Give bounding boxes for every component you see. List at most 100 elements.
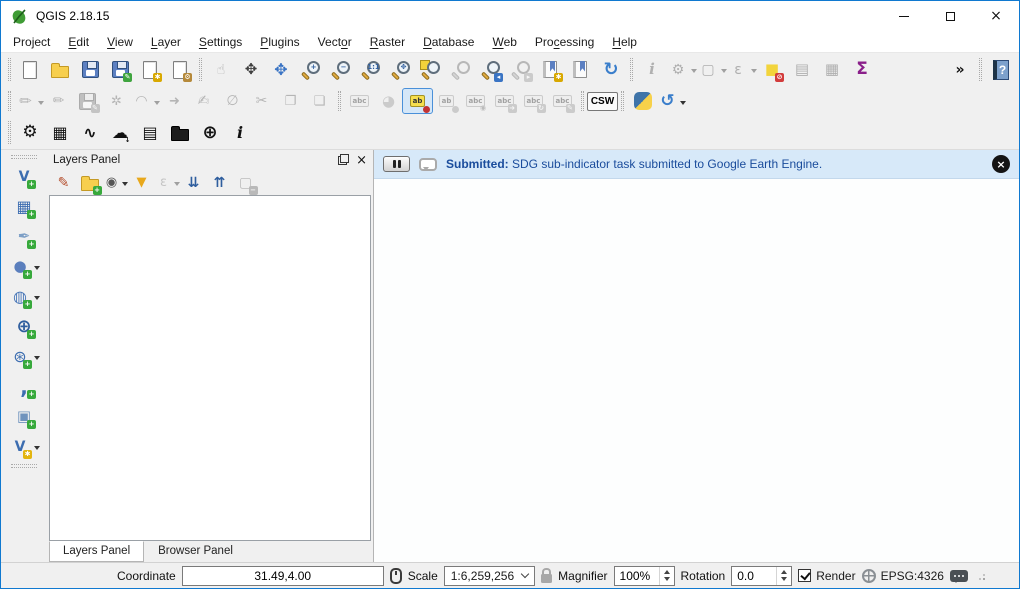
plugin-blue-arrow-button[interactable]: ↺	[657, 89, 686, 113]
add-wfs-layer-button[interactable]: ⊛+	[3, 342, 45, 371]
toolbar-grip[interactable]	[11, 155, 37, 159]
rotation-input[interactable]	[732, 567, 776, 585]
trends-earth-plot-button[interactable]: ∿	[75, 119, 105, 147]
zoom-in-button[interactable]: +	[296, 56, 326, 84]
log-messages-icon[interactable]	[950, 570, 968, 582]
magnifier-spinbox[interactable]	[614, 566, 675, 586]
add-mssql-layer-button[interactable]: ◍+	[3, 282, 45, 311]
trends-earth-report-button[interactable]: ▤	[135, 119, 165, 147]
layers-list[interactable]	[49, 195, 371, 541]
toolbar-grip[interactable]	[979, 58, 982, 81]
toolbar-grip[interactable]	[338, 91, 341, 111]
open-layer-styling-button[interactable]: ✎	[51, 171, 76, 194]
tab-layers-panel[interactable]: Layers Panel	[49, 541, 144, 562]
toolbar-grip[interactable]	[8, 91, 11, 111]
maximize-button[interactable]	[927, 1, 973, 31]
lock-scale-icon[interactable]	[541, 574, 552, 583]
menu-web[interactable]: Web	[483, 32, 525, 52]
show-bookmarks-button[interactable]	[566, 56, 596, 84]
add-spatialite-layer-button[interactable]: ✒+	[3, 222, 45, 251]
pan-to-selection-button[interactable]: ✥	[266, 56, 296, 84]
refresh-map-button[interactable]: ↻	[596, 56, 626, 84]
pan-map-button[interactable]: ✥	[236, 56, 266, 84]
toolbar-grip[interactable]	[581, 91, 584, 111]
toolbar-overflow-button[interactable]: »	[945, 56, 975, 84]
title-bar[interactable]: QGIS 2.18.15 ×	[1, 1, 1019, 31]
spin-up-icon[interactable]	[781, 567, 787, 574]
pin-unpin-labels-button[interactable]: ab	[403, 89, 432, 113]
expand-all-button[interactable]: ⇊	[181, 171, 206, 194]
new-project-button[interactable]	[15, 56, 45, 84]
magnifier-spin-arrows[interactable]	[659, 567, 674, 585]
trends-earth-data-folder-button[interactable]	[165, 119, 195, 147]
menu-settings[interactable]: Settings	[190, 32, 251, 52]
toolbar-grip[interactable]	[11, 464, 37, 468]
add-group-button[interactable]: +	[77, 171, 102, 194]
close-message-button[interactable]: ×	[992, 155, 1010, 173]
spin-up-icon[interactable]	[664, 567, 670, 574]
deselect-all-button[interactable]: ■⊘	[757, 56, 787, 84]
coordinate-input[interactable]	[182, 566, 384, 586]
float-panel-icon[interactable]	[338, 156, 347, 165]
toolbar-grip[interactable]	[8, 121, 11, 144]
menu-help[interactable]: Help	[603, 32, 646, 52]
zoom-last-button[interactable]: ◂	[476, 56, 506, 84]
statistical-summary-button[interactable]: Σ	[847, 56, 877, 84]
minimize-button[interactable]	[881, 1, 927, 31]
menu-project[interactable]: Project	[4, 32, 59, 52]
toolbar-grip[interactable]	[8, 58, 11, 81]
new-print-composer-button[interactable]: ✱	[135, 56, 165, 84]
toolbar-grip[interactable]	[621, 91, 624, 111]
collapse-all-button[interactable]: ⇈	[207, 171, 232, 194]
open-project-button[interactable]	[45, 56, 75, 84]
trends-earth-info-button[interactable]: i	[225, 119, 255, 147]
menu-vector[interactable]: Vector	[309, 32, 361, 52]
save-project-as-button[interactable]: ✎	[105, 56, 135, 84]
mouse-position-toggle-icon[interactable]	[390, 568, 402, 584]
zoom-out-button[interactable]: −	[326, 56, 356, 84]
spin-down-icon[interactable]	[664, 577, 670, 584]
close-button[interactable]: ×	[973, 1, 1019, 31]
spin-down-icon[interactable]	[781, 577, 787, 584]
resize-grip[interactable]	[976, 570, 986, 582]
toolbar-grip[interactable]	[630, 58, 633, 81]
magnifier-input[interactable]	[615, 567, 659, 585]
zoom-full-button[interactable]: ✥	[386, 56, 416, 84]
menu-view[interactable]: View	[98, 32, 142, 52]
trends-earth-globe-button[interactable]: ⊕	[195, 119, 225, 147]
add-postgis-layer-button[interactable]: ●+	[3, 252, 45, 281]
scale-combobox[interactable]: 1:6,259,256	[444, 566, 535, 586]
metasearch-csw-button[interactable]: CSW	[588, 89, 617, 113]
pause-messages-button[interactable]	[383, 156, 410, 172]
add-wms-layer-button[interactable]: ⊕+	[3, 312, 45, 341]
add-delimited-text-layer-button[interactable]: ,+	[3, 372, 45, 401]
rotation-spin-arrows[interactable]	[776, 567, 791, 585]
toolbar-grip[interactable]	[199, 58, 202, 81]
menu-database[interactable]: Database	[414, 32, 483, 52]
map-canvas[interactable]	[374, 179, 1019, 562]
tab-browser-panel[interactable]: Browser Panel	[144, 541, 247, 562]
filter-legend-by-map-content-button[interactable]: ▼	[129, 171, 154, 194]
close-panel-icon[interactable]: ×	[356, 154, 367, 167]
menu-edit[interactable]: Edit	[59, 32, 98, 52]
save-project-button[interactable]	[75, 56, 105, 84]
trends-earth-download-button[interactable]: ☁↓	[105, 119, 135, 147]
menu-processing[interactable]: Processing	[526, 32, 603, 52]
layers-panel-header[interactable]: Layers Panel ×	[47, 150, 373, 170]
add-raster-layer-button[interactable]: ▦+	[3, 192, 45, 221]
manage-layer-visibility-button[interactable]: ◉	[103, 171, 128, 194]
rotation-spinbox[interactable]	[731, 566, 792, 586]
python-console-button[interactable]	[628, 89, 657, 113]
composer-manager-button[interactable]: ⚙	[165, 56, 195, 84]
new-shapefile-layer-button[interactable]: ▣+	[3, 402, 45, 431]
menu-plugins[interactable]: Plugins	[251, 32, 308, 52]
zoom-to-layer-button[interactable]	[416, 56, 446, 84]
trends-earth-calculate-button[interactable]: ▦	[45, 119, 75, 147]
new-bookmark-button[interactable]: ✱	[536, 56, 566, 84]
add-virtual-layer-button[interactable]: V✱	[3, 432, 45, 461]
add-vector-layer-button[interactable]: V+	[3, 162, 45, 191]
help-contents-button[interactable]: ?	[986, 56, 1016, 84]
render-checkbox[interactable]	[798, 569, 811, 582]
trends-earth-settings-wrench-button[interactable]: ⚙	[15, 119, 45, 147]
zoom-native-button[interactable]: 1:1	[356, 56, 386, 84]
